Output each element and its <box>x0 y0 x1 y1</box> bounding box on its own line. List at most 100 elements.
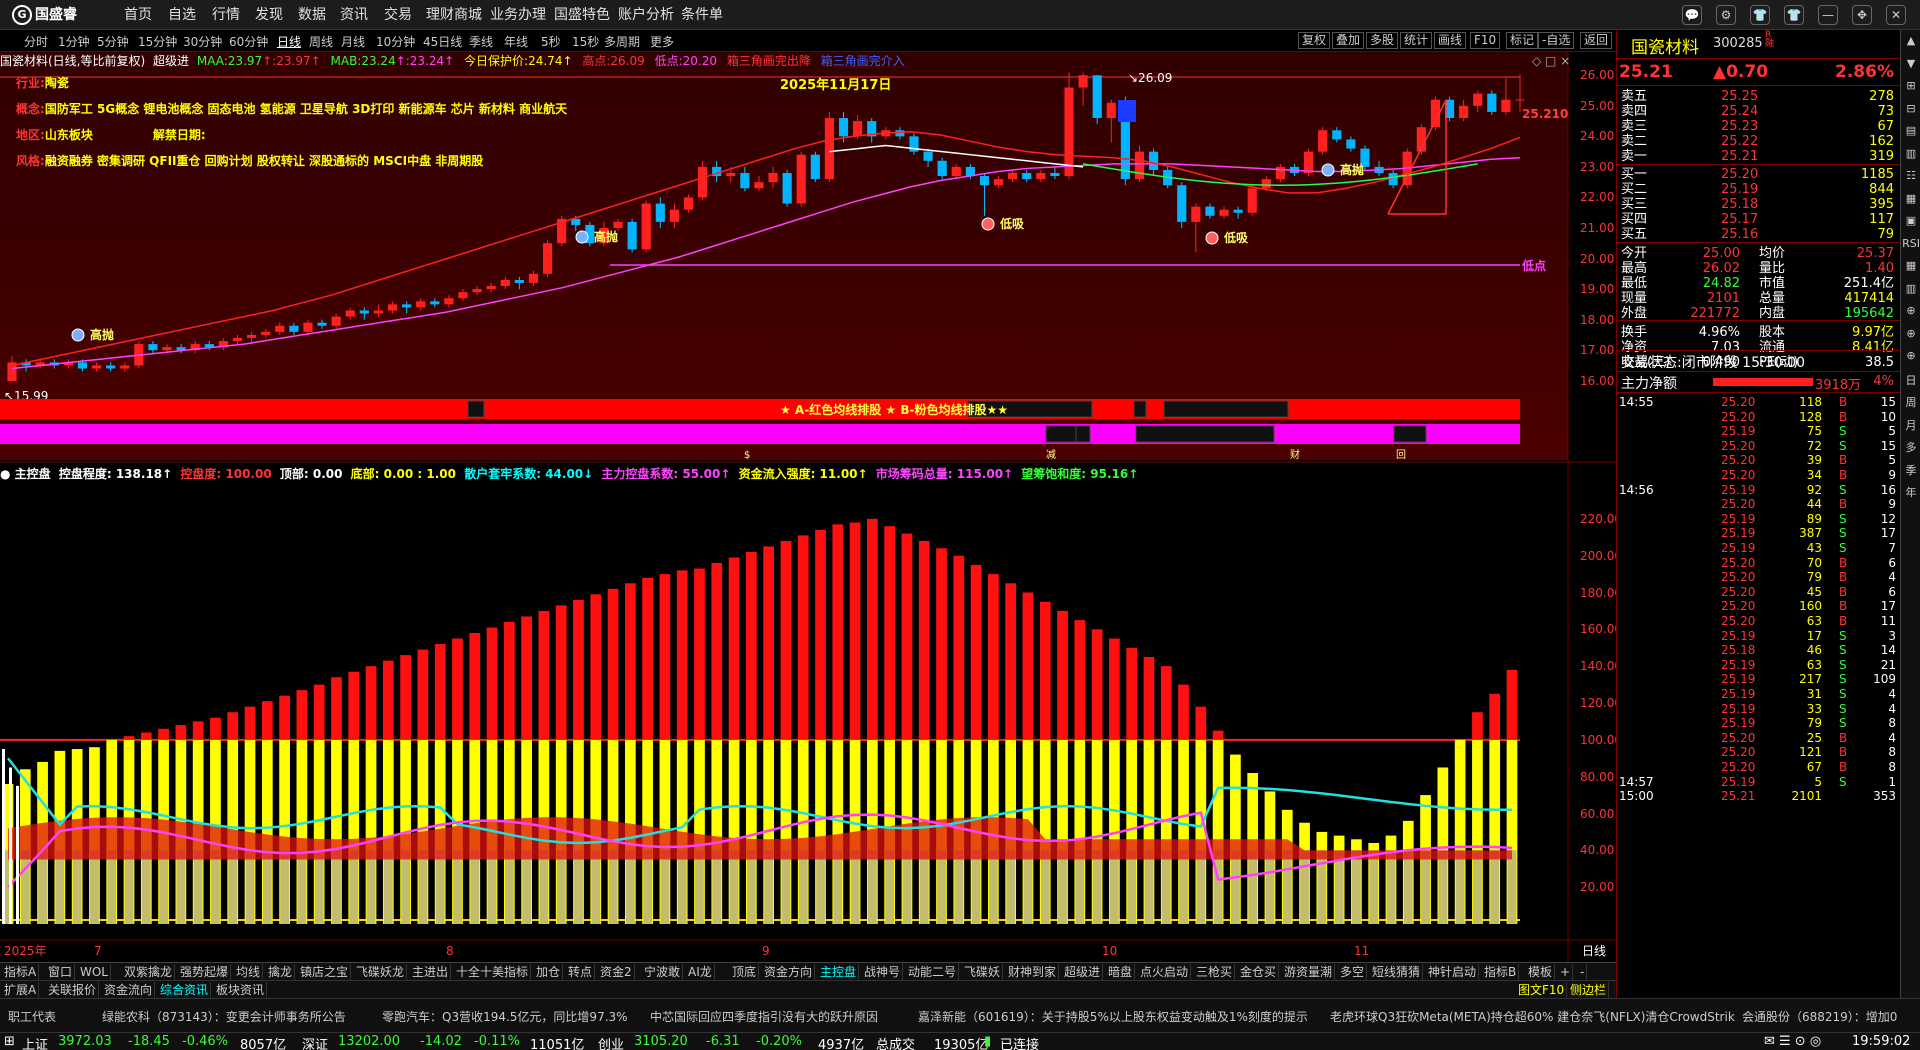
menu-item[interactable]: 自选 <box>168 5 196 25</box>
chart-window-controls[interactable]: ◇ □ × <box>1532 54 1570 68</box>
indicator-tab[interactable]: 多空 <box>1338 964 1368 980</box>
side-tool-icon[interactable]: ▥ <box>1901 282 1920 295</box>
indicator-tab[interactable]: 镇店之宝 <box>298 964 352 980</box>
period-tab[interactable]: 30分钟 <box>183 33 222 50</box>
ask-price[interactable]: 25.21 <box>1721 148 1758 165</box>
minimize-icon[interactable]: — <box>1818 5 1838 25</box>
close-icon[interactable]: ✕ <box>1886 5 1906 25</box>
menu-item[interactable]: 账户分析 <box>618 5 674 25</box>
indicator-tab[interactable]: + <box>1558 964 1574 980</box>
side-tool-icon[interactable]: ▥ <box>1901 147 1920 160</box>
side-tool-icon[interactable]: ▦ <box>1901 192 1920 205</box>
menu-item[interactable]: 行情 <box>212 5 240 25</box>
side-tool-icon[interactable]: ⊕ <box>1901 327 1920 340</box>
side-tool-icon[interactable]: ⊞ <box>1901 79 1920 92</box>
period-tab[interactable]: 5分钟 <box>97 33 129 50</box>
news-item[interactable]: 老虎环球Q3狂砍Meta(META)持仓超60% 建仓奈飞(NFLX)清仓Cro… <box>1330 1008 1735 1025</box>
indicator-tab[interactable]: 飞碟妖龙 <box>354 964 408 980</box>
menu-item[interactable]: 发现 <box>255 5 283 25</box>
menu-item[interactable]: 首页 <box>124 5 152 25</box>
period-tab[interactable]: 10分钟 <box>376 33 415 50</box>
menu-item[interactable]: 条件单 <box>681 5 723 25</box>
menu-item[interactable]: 业务办理 <box>490 5 546 25</box>
toolbar-button[interactable]: 复权 <box>1298 32 1331 49</box>
period-tab[interactable]: 60分钟 <box>229 33 268 50</box>
indicator-tab[interactable]: 均线 <box>234 964 264 980</box>
indicator-tab[interactable]: 三枪买 <box>1194 964 1236 980</box>
indicator-tab[interactable]: 战神号 <box>862 964 904 980</box>
indicator-tab[interactable]: 擒龙 <box>266 964 296 980</box>
news-item[interactable]: 中芯国际回应四季度指引没有大的跃升原因 <box>650 1008 878 1025</box>
chart-area[interactable]: 高抛 高抛 高抛 低吸 低吸 ↘26.09 ↖15.99 低点 25.210 ★ A-红色均线排股… <box>0 52 1622 962</box>
indicator-tab[interactable]: 资金2 <box>598 964 635 980</box>
side-tool-icon[interactable]: ☷ <box>1901 169 1920 182</box>
side-tool-icon[interactable]: 日 <box>1901 372 1920 388</box>
indicator-tab[interactable]: AI龙 <box>686 964 715 980</box>
menu-item[interactable]: 资讯 <box>340 5 368 25</box>
side-tool-icon[interactable]: ⊕ <box>1901 304 1920 317</box>
toolbar-button[interactable]: 画线 <box>1434 32 1467 49</box>
period-tab[interactable]: 日线 <box>277 33 301 50</box>
bid-price[interactable]: 25.16 <box>1721 226 1758 243</box>
side-tool-icon[interactable]: ▼ <box>1901 57 1920 70</box>
side-tool-icon[interactable]: 月 <box>1901 417 1920 433</box>
period-tab[interactable]: 1分钟 <box>58 33 90 50</box>
period-tab[interactable]: 月线 <box>341 33 365 50</box>
period-tab[interactable]: 45日线 <box>423 33 462 50</box>
menu-item[interactable]: 交易 <box>384 5 412 25</box>
indicator-tab[interactable]: 宁波敢 <box>642 964 684 980</box>
news-item[interactable]: 绿能农科（873143）：变更会计师事务所公告 <box>102 1008 346 1025</box>
indicator-tab[interactable]: 强势起爆 <box>178 964 232 980</box>
indicator-tab[interactable]: 动能二号 <box>906 964 960 980</box>
indicator-tab[interactable]: 模板 <box>1526 964 1556 980</box>
indicator-tab[interactable]: 加仓 <box>534 964 564 980</box>
extension-tab[interactable]: 板块资讯 <box>214 982 268 998</box>
side-tool-icon[interactable]: 季 <box>1901 462 1920 478</box>
indicator-tab[interactable]: 神针启动 <box>1426 964 1480 980</box>
kline-chart[interactable]: 高抛高抛高抛低吸低吸↘26.09↖15.99低点25.210★ A-红色均线排股… <box>0 52 1616 962</box>
menu-item[interactable]: 理财商城 <box>426 5 482 25</box>
extension-tab[interactable]: 综合资讯 <box>158 982 212 998</box>
indicator-name[interactable]: 超级进 <box>153 54 189 68</box>
side-tool-icon[interactable]: ▲ <box>1901 34 1920 47</box>
indicator-tab[interactable]: 飞碟妖 <box>962 964 1004 980</box>
sz-label[interactable]: 深证 <box>302 1034 328 1050</box>
period-tab[interactable]: 周线 <box>309 33 333 50</box>
side-tool-icon[interactable]: ⊟ <box>1901 102 1920 115</box>
side-tool-icon[interactable]: ⊕ <box>1901 349 1920 362</box>
period-tab[interactable]: 5秒 <box>541 33 561 50</box>
indicator-tab[interactable]: 暗盘 <box>1106 964 1136 980</box>
side-tool-icon[interactable]: 多 <box>1901 439 1920 455</box>
toolbar-button[interactable]: -自选 <box>1538 32 1575 49</box>
maximize-icon[interactable]: ✥ <box>1852 5 1872 25</box>
side-tool-icon[interactable]: ▦ <box>1901 259 1920 272</box>
app-logo[interactable]: G 国盛睿 <box>12 4 77 26</box>
indicator-tab[interactable]: 游资量潮 <box>1282 964 1336 980</box>
side-tool-icon[interactable]: ▣ <box>1901 214 1920 227</box>
toolbar-button[interactable]: 叠加 <box>1332 32 1365 49</box>
extension-tab[interactable]: 扩展A <box>2 982 40 998</box>
skin-icon[interactable]: 👕 <box>1784 5 1804 25</box>
extension-tab[interactable]: 关联报价 <box>46 982 100 998</box>
toolbar-button[interactable]: 标记 <box>1506 32 1539 49</box>
news-item[interactable]: 嘉泽新能（601619）：关于持股5%以上股东权益变动触及1%刻度的提示 <box>918 1008 1308 1025</box>
extension-tab[interactable]: 图文F10 <box>1516 982 1568 998</box>
settings-icon[interactable]: ⚙ <box>1716 5 1736 25</box>
period-tab[interactable]: 分时 <box>24 33 48 50</box>
toolbar-button[interactable]: 统计 <box>1400 32 1433 49</box>
indicator-tab[interactable]: 主控盘 <box>818 964 860 980</box>
news-item[interactable]: 会通股份（688219）：增加0 <box>1742 1008 1897 1025</box>
indicator-tab[interactable]: 转点 <box>566 964 596 980</box>
period-tab[interactable]: 季线 <box>469 33 493 50</box>
toolbar-button[interactable]: F10 <box>1470 32 1501 49</box>
indicator-tab[interactable]: 顶底 <box>730 964 760 980</box>
period-tab[interactable]: 15秒 <box>572 33 599 50</box>
sub-indicator-name[interactable]: 主控盘 <box>15 467 51 481</box>
sh-label[interactable]: 上证 <box>22 1034 48 1050</box>
menu-item[interactable]: 数据 <box>298 5 326 25</box>
indicator-tab[interactable]: 主进出 <box>410 964 452 980</box>
side-tool-icon[interactable]: 年 <box>1901 484 1920 500</box>
side-tool-icon[interactable]: 周 <box>1901 394 1920 410</box>
indicator-tab[interactable]: 超级进 <box>1062 964 1104 980</box>
indicator-tab[interactable]: 短线猜猜 <box>1370 964 1424 980</box>
